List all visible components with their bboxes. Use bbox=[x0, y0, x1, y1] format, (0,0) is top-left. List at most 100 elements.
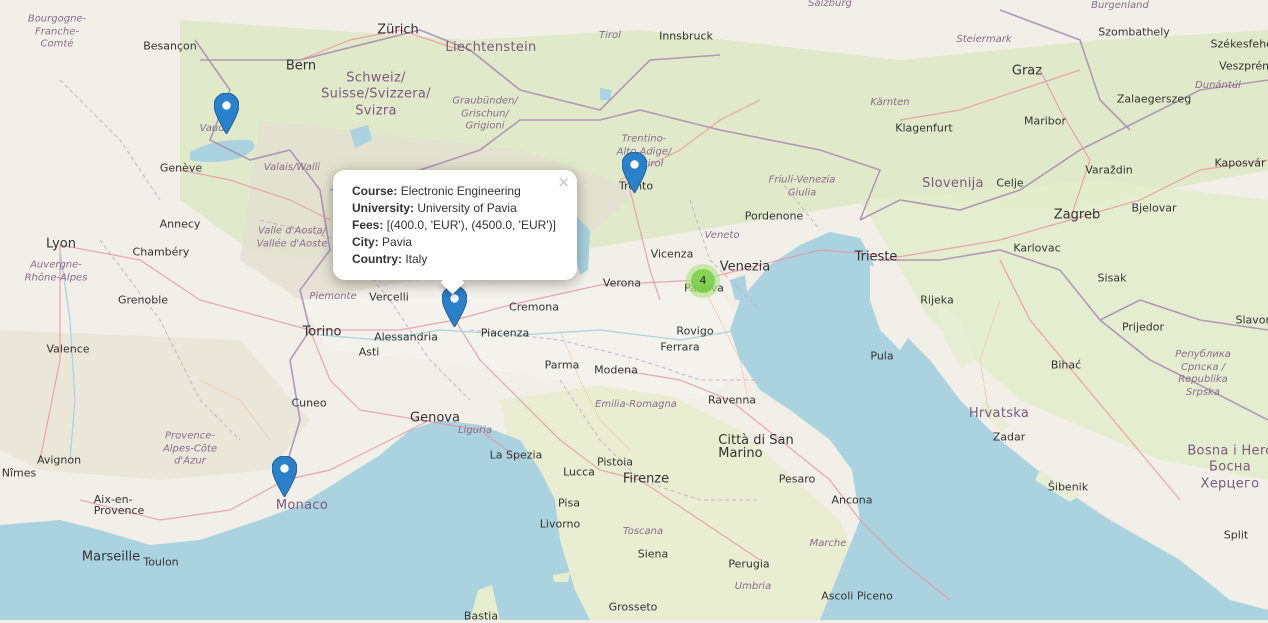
place-label: Valais/Walli bbox=[264, 162, 320, 175]
place-label: Dunántúl bbox=[1195, 80, 1241, 93]
place-label: Rijeka bbox=[920, 295, 953, 306]
place-label: Veszprém bbox=[1219, 61, 1268, 72]
place-label: Liechtenstein bbox=[445, 40, 536, 56]
place-label: Marseille bbox=[82, 551, 140, 564]
place-label: Alessandria bbox=[374, 332, 438, 343]
place-label: Zagreb bbox=[1054, 209, 1100, 222]
place-label: Trieste bbox=[855, 251, 898, 264]
place-label: Vicenza bbox=[651, 249, 694, 260]
place-label: Friuli-VeneziaGiulia bbox=[769, 175, 836, 200]
popup-city-label: City: bbox=[352, 235, 379, 249]
place-label: Graz bbox=[1012, 65, 1042, 78]
place-label: Ferrara bbox=[660, 342, 699, 353]
place-label: Avignon bbox=[37, 455, 81, 466]
place-label: Salzburg bbox=[808, 0, 852, 10]
marker-cluster[interactable]: 4 bbox=[686, 264, 720, 298]
place-label: Burgenland bbox=[1091, 0, 1149, 12]
cluster-count: 4 bbox=[691, 269, 715, 293]
place-label: Kaposvár bbox=[1215, 158, 1266, 169]
place-label: Modena bbox=[594, 365, 638, 376]
place-label: La Spezia bbox=[490, 450, 543, 461]
place-label: Veneto bbox=[705, 230, 740, 243]
place-label: Annecy bbox=[160, 219, 201, 230]
place-label: Šibenik bbox=[1048, 482, 1088, 493]
place-label: Klagenfurt bbox=[895, 123, 952, 134]
place-label: Città di SanMarino bbox=[718, 434, 793, 460]
place-label: Pesaro bbox=[779, 474, 816, 485]
place-label: Schweiz/Suisse/Svizzera/Svizra bbox=[321, 71, 431, 120]
place-label: Bourgogne-Franche-Comté bbox=[28, 13, 86, 51]
place-label: Prijedor bbox=[1122, 322, 1164, 333]
place-label: Ravenna bbox=[708, 395, 756, 406]
place-label: Steiermark bbox=[956, 34, 1011, 47]
place-label: Innsbruck bbox=[659, 31, 713, 42]
place-label: Cremona bbox=[509, 302, 559, 313]
place-label: Besançon bbox=[143, 41, 197, 52]
place-label: Torino bbox=[303, 326, 342, 339]
place-label: Liguria bbox=[458, 425, 492, 438]
popup-city-value: Pavia bbox=[382, 235, 412, 249]
place-label: Pordenone bbox=[745, 211, 804, 222]
place-label: Karlovac bbox=[1013, 243, 1060, 254]
map-marker-trento[interactable] bbox=[622, 152, 647, 193]
place-label: Bosna i HercБоснаХерцего bbox=[1187, 444, 1268, 493]
popup-country-value: Italy bbox=[405, 252, 427, 266]
place-label: Bihać bbox=[1051, 360, 1081, 371]
place-label: Toulon bbox=[143, 557, 178, 568]
place-label: Genova bbox=[410, 412, 460, 425]
place-label: РепубликаСрпска /RepublikaSrpska bbox=[1175, 349, 1231, 399]
popup-city-row: City: Pavia bbox=[352, 234, 558, 251]
popup-university-value: University of Pavia bbox=[417, 201, 516, 215]
place-label: Pistoia bbox=[597, 457, 633, 468]
place-label: Nîmes bbox=[2, 468, 37, 479]
place-label: Ancona bbox=[832, 495, 873, 506]
place-label: Lyon bbox=[46, 238, 76, 251]
popup-close-button[interactable]: × bbox=[557, 173, 570, 191]
popup-course-value: Electronic Engineering bbox=[401, 184, 521, 198]
place-label: Kärnten bbox=[870, 97, 909, 110]
place-label: Piemonte bbox=[309, 291, 356, 304]
place-label: Székesfehér bbox=[1211, 39, 1268, 50]
place-label: Umbria bbox=[735, 581, 771, 594]
place-label: Siena bbox=[638, 549, 669, 560]
place-label: Livorno bbox=[540, 519, 580, 530]
place-label: Lucca bbox=[563, 467, 595, 478]
location-pin-icon bbox=[622, 152, 647, 193]
place-label: Marche bbox=[810, 538, 847, 551]
place-label: Aix-en-Provence bbox=[94, 494, 145, 516]
place-label: Rovigo bbox=[676, 326, 713, 337]
place-label: Pula bbox=[870, 351, 893, 362]
place-label: Bern bbox=[286, 60, 316, 73]
place-label: Tirol bbox=[599, 30, 621, 43]
place-label: Zalaegerszeg bbox=[1117, 94, 1191, 105]
popup-course-label: Course: bbox=[352, 184, 397, 198]
location-pin-icon bbox=[272, 456, 297, 497]
popup-content: Course: Electronic Engineering Universit… bbox=[333, 170, 577, 281]
marker-popup: × Course: Electronic Engineering Univers… bbox=[333, 170, 577, 280]
map-marker-monaco[interactable] bbox=[272, 456, 297, 497]
place-label: Auvergne-Rhône-Alpes bbox=[25, 260, 88, 285]
place-label: Vercelli bbox=[369, 292, 409, 303]
popup-fees-row: Fees: [(400.0, 'EUR'), (4500.0, 'EUR')] bbox=[352, 217, 558, 234]
place-label: Parma bbox=[545, 360, 580, 371]
place-label: Maribor bbox=[1024, 116, 1066, 127]
place-label: Bjelovar bbox=[1132, 203, 1177, 214]
place-label: Cuneo bbox=[291, 398, 326, 409]
place-label: Venezia bbox=[720, 261, 771, 274]
place-label: Emilia-Romagna bbox=[595, 399, 677, 412]
place-label: Genève bbox=[160, 163, 202, 174]
place-label: Celje bbox=[996, 178, 1023, 189]
place-label: Asti bbox=[359, 347, 380, 358]
place-label: Graubünden/Grischun/Grigioni bbox=[452, 95, 518, 133]
popup-fees-label: Fees: bbox=[352, 218, 383, 232]
place-label: Szombathely bbox=[1098, 27, 1170, 38]
place-label: Perugia bbox=[728, 559, 769, 570]
place-label: Slovenija bbox=[922, 176, 984, 192]
popup-country-label: Country: bbox=[352, 252, 402, 266]
map-marker-vaud[interactable] bbox=[214, 93, 239, 134]
place-label: Split bbox=[1224, 530, 1248, 541]
popup-fees-value: [(400.0, 'EUR'), (4500.0, 'EUR')] bbox=[387, 218, 556, 232]
popup-university-label: University: bbox=[352, 201, 414, 215]
place-label: Grenoble bbox=[118, 295, 168, 306]
place-label: Toscana bbox=[623, 526, 663, 539]
